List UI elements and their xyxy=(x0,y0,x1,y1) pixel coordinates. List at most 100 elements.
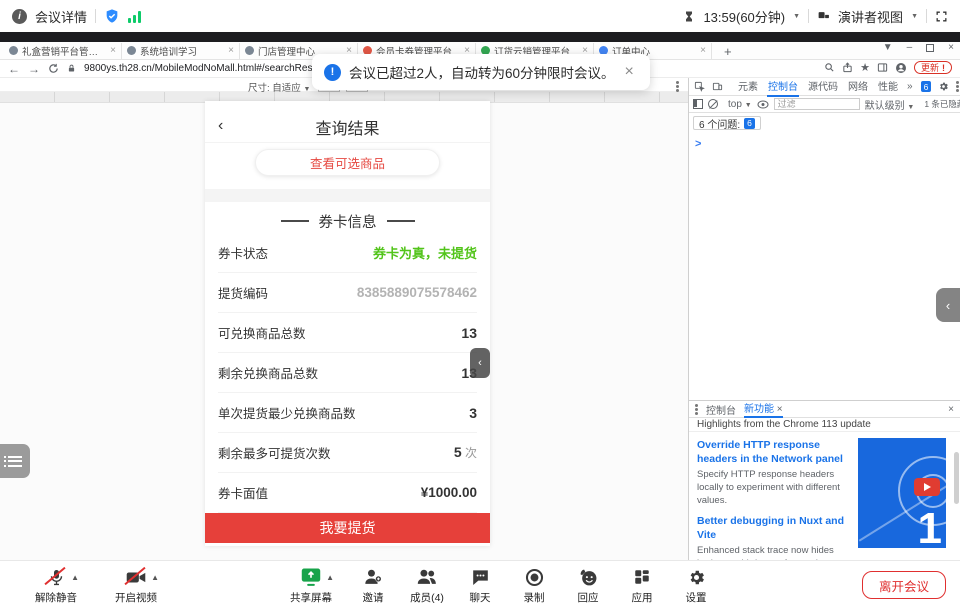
list-icon xyxy=(8,453,22,469)
drawer-tab-whatsnew[interactable]: 新功能 × xyxy=(744,400,783,418)
close-window-icon[interactable]: × xyxy=(948,43,954,53)
devtools-tab[interactable]: 元素 xyxy=(737,76,759,97)
zoom-bottom-toolbar: ▲ 解除静音 ▲ 开启视频 ▲ 共享屏幕 邀请 成员(4) 聊天 xyxy=(0,560,960,610)
issues-bar[interactable]: 6 个问题: 6 xyxy=(693,116,761,130)
whatsnew-thumbnail[interactable]: 1 xyxy=(858,438,946,548)
devtools-tab[interactable]: 控制台 xyxy=(767,76,799,97)
share-options-chevron-icon[interactable]: ▲ xyxy=(326,573,334,582)
timer-dropdown-icon[interactable]: ▼ xyxy=(793,13,800,20)
console-toolbar: top ▼ 默认级别 ▼ 1 条已隐藏 xyxy=(689,96,960,113)
apps-button[interactable]: 应用 xyxy=(621,566,663,605)
row-value: 13 xyxy=(461,325,477,341)
drawer-close-icon[interactable]: × xyxy=(948,404,954,415)
back-icon[interactable]: ← xyxy=(8,62,20,76)
meeting-info-icon[interactable]: i xyxy=(12,9,27,24)
drawer-scrollbar[interactable] xyxy=(954,452,959,504)
row-value: 8385889075578462 xyxy=(357,285,477,300)
whatsnew-body: Override HTTP response headers in the Ne… xyxy=(689,432,960,560)
audio-options-chevron-icon[interactable]: ▲ xyxy=(71,573,79,582)
bookmark-star-icon[interactable]: ★ xyxy=(860,61,870,74)
forward-icon[interactable]: → xyxy=(28,62,40,76)
tab-title: 礼盒营销平台管理中心 xyxy=(22,44,106,58)
play-button-icon[interactable] xyxy=(914,478,940,496)
collapse-panel-handle[interactable]: ‹ xyxy=(470,348,490,378)
share-screen-button[interactable]: ▲ 共享屏幕 xyxy=(283,566,339,605)
share-page-icon[interactable] xyxy=(842,62,853,73)
more-tabs-icon[interactable]: » xyxy=(906,79,914,94)
live-expression-eye-icon[interactable] xyxy=(757,100,769,109)
back-chevron-icon[interactable]: ‹ xyxy=(218,117,223,135)
row-label: 可兑换商品总数 xyxy=(218,323,306,342)
video-panel-handle[interactable]: ‹ xyxy=(936,288,960,322)
tab-close-icon[interactable]: × xyxy=(228,45,234,56)
profile-avatar-icon[interactable] xyxy=(895,62,907,74)
side-panel-icon[interactable] xyxy=(877,62,888,73)
device-mode-icon[interactable] xyxy=(712,81,723,92)
drawer-tab-console[interactable]: 控制台 xyxy=(706,402,736,417)
devtools-tab[interactable]: 性能 xyxy=(877,76,899,97)
tab-close-icon[interactable]: × xyxy=(777,404,783,415)
meeting-timer: 13:59(60分钟) xyxy=(703,7,785,26)
encryption-shield-icon[interactable] xyxy=(104,8,120,24)
devtools-settings-icon[interactable] xyxy=(938,81,949,92)
row-label: 单次提货最少兑换商品数 xyxy=(218,403,356,422)
whatsnew-header: Highlights from the Chrome 113 update xyxy=(689,418,960,432)
console-filter-input[interactable] xyxy=(774,98,860,110)
minimize-icon[interactable]: – xyxy=(907,43,913,53)
new-tab-button[interactable]: + xyxy=(724,44,732,59)
item-title-link[interactable]: Better debugging in Nuxt and Vite xyxy=(697,514,855,542)
unmute-button[interactable]: ▲ 解除静音 xyxy=(20,566,92,605)
leave-meeting-button[interactable]: 离开会议 xyxy=(862,571,946,599)
view-mode-button[interactable]: 演讲者视图 xyxy=(838,7,903,26)
maximize-icon[interactable] xyxy=(926,44,934,52)
participants-list-handle[interactable] xyxy=(0,444,30,478)
row-label: 券卡状态 xyxy=(218,243,268,262)
error-count-badge[interactable]: 6 xyxy=(921,81,932,92)
notification-text: 会议已超过2人，自动转为60分钟限时会议。 xyxy=(349,62,615,82)
log-level-selector[interactable]: 默认级别 ▼ xyxy=(865,97,915,112)
view-dropdown-icon[interactable]: ▼ xyxy=(911,13,918,20)
reload-icon[interactable] xyxy=(48,63,59,74)
participants-button[interactable]: 成员(4) xyxy=(404,566,450,605)
devtools-tab[interactable]: 源代码 xyxy=(807,76,839,97)
drawer-tab-bar: 控制台 新功能 × × xyxy=(689,401,960,418)
issues-count-badge: 6 xyxy=(744,118,755,129)
zoom-search-icon[interactable] xyxy=(824,62,835,73)
devtools-menu-icon[interactable] xyxy=(956,80,959,93)
console-output[interactable]: > xyxy=(689,134,960,400)
devtools-tab[interactable]: 网络 xyxy=(847,76,869,97)
tab-search-icon[interactable]: ▼ xyxy=(883,43,893,53)
item-title-link[interactable]: Override HTTP response headers in the Ne… xyxy=(697,438,855,466)
reactions-button[interactable]: 回应 xyxy=(567,566,609,605)
inspect-element-icon[interactable] xyxy=(694,81,705,92)
console-sidebar-icon[interactable] xyxy=(693,99,703,109)
tab-close-icon[interactable]: × xyxy=(110,45,116,56)
chrome-update-button[interactable]: 更新! xyxy=(914,61,952,74)
lock-icon[interactable] xyxy=(67,63,76,74)
notification-close-icon[interactable]: × xyxy=(625,63,634,81)
tab-favicon xyxy=(245,46,254,55)
tab-close-icon[interactable]: × xyxy=(700,45,706,56)
devtools-drawer: 控制台 新功能 × × Highlights from the Chrome 1… xyxy=(689,400,960,560)
row-value: 3 xyxy=(469,405,477,421)
chat-bubble-icon xyxy=(471,568,490,586)
clear-console-icon[interactable] xyxy=(708,99,718,109)
settings-button[interactable]: 设置 xyxy=(675,566,717,605)
apps-grid-icon xyxy=(633,568,651,586)
record-button[interactable]: 录制 xyxy=(513,566,555,605)
drawer-menu-icon[interactable] xyxy=(695,403,698,416)
view-products-button[interactable]: 查看可选商品 xyxy=(255,149,440,176)
pickup-submit-button[interactable]: 我要提货 xyxy=(205,513,490,543)
share-screen-icon xyxy=(300,567,322,587)
context-selector[interactable]: top ▼ xyxy=(728,99,752,110)
meeting-details-link[interactable]: 会议详情 xyxy=(35,7,87,26)
start-video-button[interactable]: ▲ 开启视频 xyxy=(100,566,172,605)
window-controls: ▼ – × xyxy=(883,43,954,53)
video-options-chevron-icon[interactable]: ▲ xyxy=(151,573,159,582)
divider xyxy=(95,9,96,23)
browser-tab[interactable]: 系统培训学习 × xyxy=(122,43,240,59)
browser-tab[interactable]: 礼盒营销平台管理中心 × xyxy=(4,43,122,59)
invite-button[interactable]: 邀请 xyxy=(352,566,394,605)
chat-button[interactable]: 聊天 xyxy=(459,566,501,605)
fullscreen-icon[interactable] xyxy=(935,10,948,23)
